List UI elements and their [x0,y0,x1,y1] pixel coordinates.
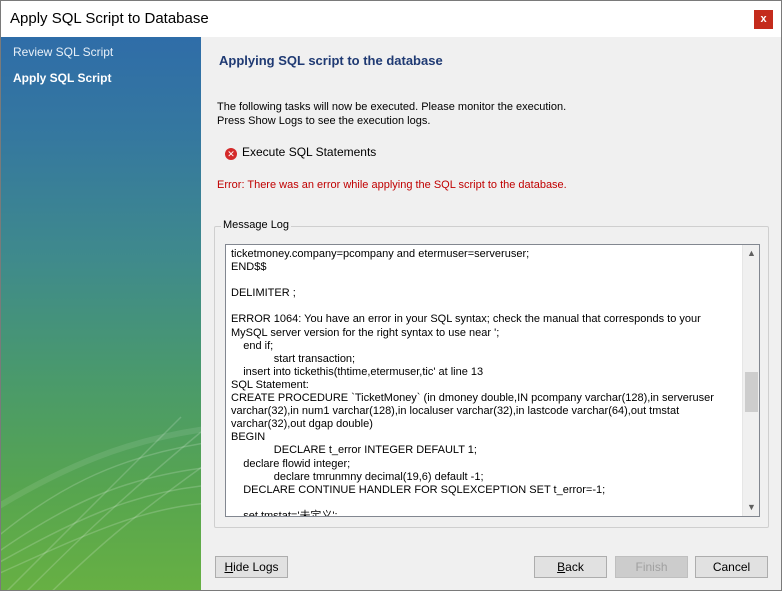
scroll-thumb[interactable] [745,372,758,412]
hide-logs-button[interactable]: Hide Logs [215,556,288,578]
message-log-textarea[interactable]: ticketmoney.company=pcompany and etermus… [225,244,760,517]
window-title: Apply SQL Script to Database [10,10,209,27]
page-title: Applying SQL script to the database [219,53,443,68]
description-line-1: The following tasks will now be executed… [217,101,567,113]
decorative-swirl-icon [1,416,201,590]
scroll-up-icon[interactable]: ▲ [743,245,759,262]
dialog-window: Apply SQL Script to Database x Review SQ… [0,0,782,591]
task-execute-sql-statements: ✕ Execute SQL Statements [225,145,376,160]
title-bar: Apply SQL Script to Database x [1,1,781,37]
wizard-sidebar: Review SQL Script Apply SQL Script [1,37,201,590]
finish-button[interactable]: Finish [615,556,688,578]
message-log-label: Message Log [221,219,292,231]
log-scrollbar[interactable]: ▲ ▼ [742,245,759,516]
error-icon: ✕ [225,148,237,160]
close-button[interactable]: x [754,10,773,29]
message-log-text: ticketmoney.company=pcompany and etermus… [231,248,714,517]
sidebar-item-apply-sql-script[interactable]: Apply SQL Script [13,71,111,85]
task-label: Execute SQL Statements [242,145,377,159]
error-message: Error: There was an error while applying… [217,179,567,191]
close-icon: x [760,13,767,25]
description-line-2: Press Show Logs to see the execution log… [217,115,431,127]
scroll-down-icon[interactable]: ▼ [743,499,759,516]
sidebar-item-review-sql-script[interactable]: Review SQL Script [13,45,113,59]
back-button[interactable]: Back [534,556,607,578]
wizard-content: Applying SQL script to the database The … [201,37,781,590]
cancel-button[interactable]: Cancel [695,556,768,578]
